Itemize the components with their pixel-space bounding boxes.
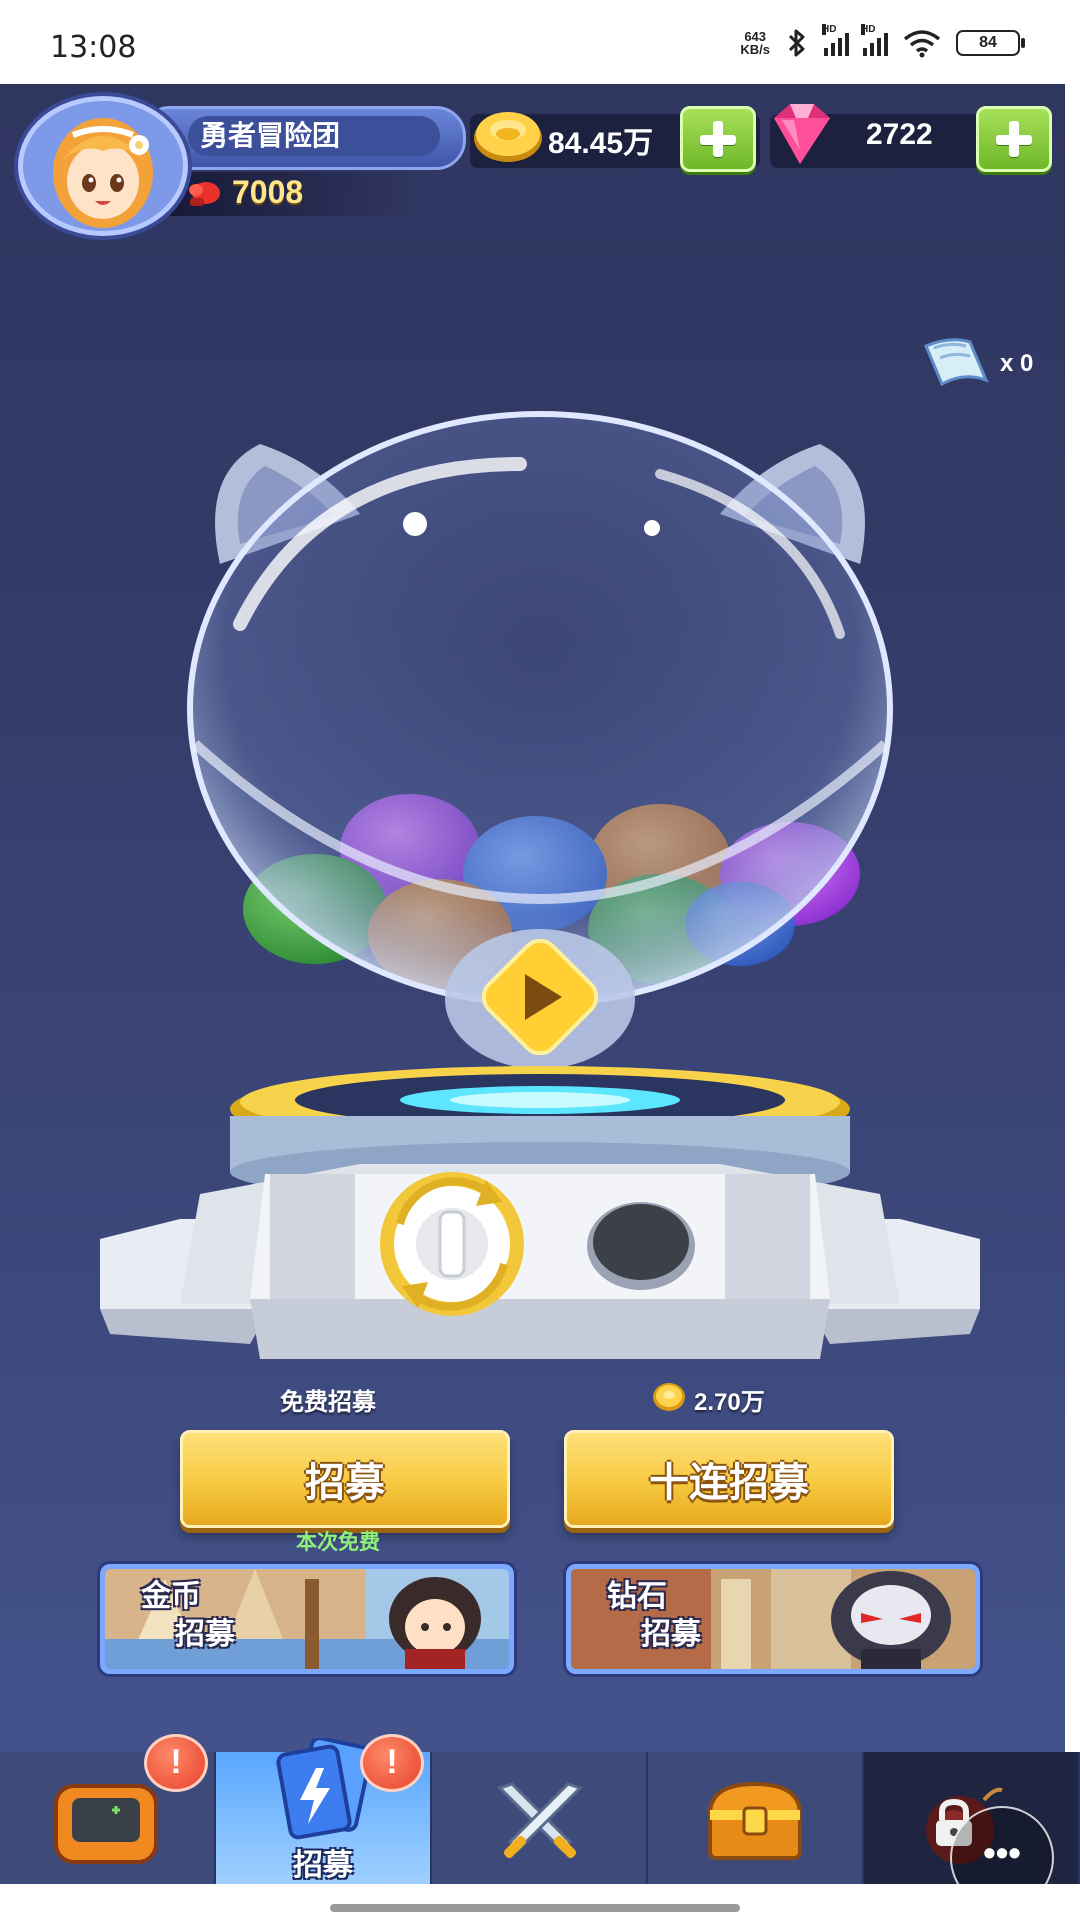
single-recruit-cost: 免费招募	[280, 1389, 376, 1416]
nav-recruit-label: 招募	[293, 1849, 353, 1882]
signal-icon: HD	[861, 24, 888, 56]
gold-banner-line1: 金币	[141, 1580, 201, 1613]
bottom-nav: ! ! 招募	[0, 1734, 1080, 1884]
avatar-portrait	[53, 118, 153, 228]
system-nav-bar	[0, 1884, 1080, 1920]
alert-badge: !	[360, 1734, 424, 1792]
diamond-icon	[774, 104, 830, 164]
status-time: 13:08	[50, 30, 137, 65]
status-bar: 13:08 643 KB/s HD HD 84	[0, 0, 1080, 84]
gold-coin-icon	[653, 1383, 685, 1411]
add-gem-button[interactable]	[976, 106, 1052, 172]
signal-2-label: HD	[861, 24, 876, 35]
gold-recruit-banner[interactable]: 金币 招募	[100, 1564, 514, 1674]
player-name: 勇者冒险团	[188, 116, 440, 156]
wifi-icon	[903, 30, 941, 58]
gacha-machine[interactable]	[100, 404, 980, 1364]
handheld-device-icon	[54, 1784, 158, 1864]
home-indicator[interactable]	[330, 1904, 740, 1912]
add-gold-button[interactable]	[680, 106, 756, 172]
combat-power: 7008	[232, 174, 304, 210]
recruit-ticket-icon	[924, 338, 989, 387]
game-screen: 勇者冒险团 7008 84.45万 2722 x 0 免费招募 2.70万 招募…	[0, 84, 1080, 1884]
signal-icon: HD	[822, 24, 849, 56]
gem-amount: 2722	[866, 118, 933, 151]
bluetooth-icon	[788, 29, 805, 57]
boxing-glove-icon	[189, 182, 220, 206]
ten-recruit-cost: 2.70万	[694, 1389, 765, 1416]
nav-device[interactable]: !	[0, 1734, 216, 1884]
diamond-banner-line1: 钻石	[607, 1580, 667, 1613]
network-speed: 643 KB/s	[740, 30, 770, 56]
treasure-chest-icon	[707, 1781, 803, 1860]
signal-1-label: HD	[822, 24, 837, 35]
ticket-count: x 0	[1000, 350, 1034, 377]
nav-recruit[interactable]: ! 招募	[216, 1734, 432, 1884]
diamond-recruit-banner[interactable]: 钻石 招募	[566, 1564, 980, 1674]
free-this-time-note: 本次免费	[296, 1531, 380, 1554]
nav-chest[interactable]	[648, 1752, 864, 1884]
battery-indicator: 84	[956, 30, 1025, 56]
status-icons: 643 KB/s HD HD 84	[740, 24, 1025, 60]
recruit-button[interactable]: 招募	[180, 1430, 510, 1528]
gold-banner-line2: 招募	[175, 1618, 235, 1651]
avatar[interactable]	[18, 96, 188, 236]
crossed-swords-icon	[497, 1782, 583, 1859]
ten-recruit-button[interactable]: 十连招募	[564, 1430, 894, 1528]
gold-amount: 84.45万	[548, 127, 654, 160]
diamond-banner-line2: 招募	[641, 1618, 701, 1651]
screen-edge	[1065, 84, 1080, 1884]
nav-battle[interactable]	[432, 1752, 648, 1884]
gold-ingot-icon	[474, 112, 542, 162]
network-speed-unit: KB/s	[740, 42, 770, 57]
alert-badge: !	[144, 1734, 208, 1792]
